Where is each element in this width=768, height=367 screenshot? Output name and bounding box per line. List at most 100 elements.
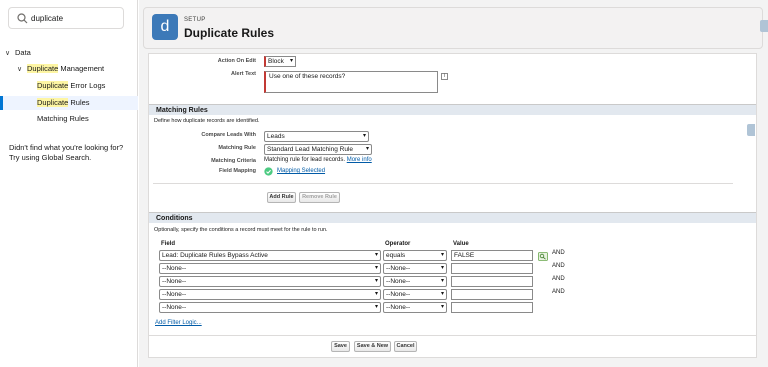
setup-sidebar: ∨ Data ∨ Duplicate Management Duplicate Er… [0,0,138,367]
compare-with-label: Compare Leads With [201,132,256,138]
condition-field-select[interactable]: Lead: Duplicate Rules Bypass Active ▾ [159,250,381,261]
quick-find-input[interactable] [31,10,121,26]
search-help-text: Didn't find what you're looking for? Try… [9,143,135,163]
lookup-icon[interactable] [538,252,548,261]
tree-item-duplicate-management[interactable]: ∨ Duplicate Management [17,62,104,76]
cancel-button[interactable]: Cancel [394,341,417,352]
tree-item-label: Matching Rules [37,114,89,123]
footer-divider [149,335,756,336]
add-filter-logic-link[interactable]: Add Filter Logic... [155,320,202,326]
main-content: d SETUP Duplicate Rules Action On Edit B… [139,0,768,367]
condition-operator-select[interactable]: --None-- ▾ [383,263,447,274]
alert-text-label: Alert Text [231,71,256,77]
tree-item-matching-rules[interactable]: Matching Rules [37,112,89,126]
select-value: --None-- [386,304,411,311]
check-circle-icon [264,167,273,176]
chevron-down-icon: ▾ [440,252,444,258]
save-button[interactable]: Save [331,341,350,352]
select-value: --None-- [162,265,187,272]
criteria-text: Matching rule for lead records. [264,157,346,163]
chevron-down-icon: ▾ [374,291,378,297]
field-column-header: Field [161,241,176,247]
condition-field-select[interactable]: --None-- ▾ [159,263,381,274]
search-icon [17,13,28,24]
tree-item-duplicate-error-logs[interactable]: Duplicate Error Logs [37,79,105,93]
help-line: Try using Global Search. [9,153,92,162]
matching-criteria-value: Matching rule for lead records. More inf… [264,157,372,163]
chevron-down-icon: ▾ [362,133,366,139]
chevron-down-icon: ▾ [374,304,378,310]
more-info-link[interactable]: More info [347,157,372,163]
chevron-down-icon: ▾ [440,304,444,310]
search-highlight: Duplicate [37,98,69,107]
alert-text-input[interactable]: Use one of these records? [264,71,438,93]
help-line: Didn't find what you're looking for? [9,143,124,152]
mapping-selected-link[interactable]: Mapping Selected [277,168,325,174]
add-rule-button[interactable]: Add Rule [267,192,296,203]
matching-rule-label: Matching Rule [218,145,256,151]
chevron-down-icon: ▾ [374,278,378,284]
field-mapping-label: Field Mapping [219,168,256,174]
condition-operator-select[interactable]: --None-- ▾ [383,276,447,287]
action-on-edit-label: Action On Edit [217,58,256,64]
select-value: --None-- [386,291,411,298]
chevron-down-icon: ▾ [289,58,293,64]
condition-field-select[interactable]: --None-- ▾ [159,276,381,287]
page-header: d SETUP Duplicate Rules [143,7,763,49]
condition-and-label: AND [552,289,565,295]
rule-edit-panel: Action On Edit Block ▾ Alert Text Use one… [148,53,757,358]
setup-app-icon: d [152,14,178,40]
condition-and-label: AND [552,250,565,256]
select-value: Block [268,58,284,65]
select-value: --None-- [162,291,187,298]
section-divider [153,183,733,184]
search-highlight: Duplicate [37,81,69,90]
condition-field-select[interactable]: --None-- ▾ [159,289,381,300]
condition-field-select[interactable]: --None-- ▾ [159,302,381,313]
matching-criteria-label: Matching Criteria [211,158,256,164]
chevron-down-icon: ▾ [374,265,378,271]
matching-rules-description: Define how duplicate records are identif… [154,118,260,124]
chevron-down-icon: ∨ [5,50,11,57]
tree-item-label: Rules [68,98,90,107]
tree-item-data[interactable]: ∨ Data [5,46,31,60]
side-panel-toggle[interactable] [760,20,768,32]
condition-operator-select[interactable]: --None-- ▾ [383,302,447,313]
matching-rules-section-header: Matching Rules [149,104,756,115]
select-value: --None-- [386,265,411,272]
condition-value-input[interactable] [451,263,533,274]
condition-value-input[interactable] [451,289,533,300]
chevron-down-icon: ▾ [365,146,369,152]
conditions-description: Optionally, specify the conditions a rec… [154,227,328,233]
select-value: --None-- [386,278,411,285]
condition-operator-select[interactable]: --None-- ▾ [383,289,447,300]
page-title: Duplicate Rules [184,26,275,40]
condition-value-input[interactable]: FALSE [451,250,533,261]
chevron-down-icon: ▾ [440,291,444,297]
condition-value-input[interactable] [451,276,533,287]
chevron-down-icon: ▾ [440,265,444,271]
select-value: --None-- [162,304,187,311]
chevron-down-icon: ∨ [17,66,23,73]
tree-item-duplicate-rules[interactable]: Duplicate Rules [37,96,90,110]
conditions-section-header: Conditions [149,212,756,223]
compare-with-select[interactable]: Leads ▾ [264,131,369,142]
condition-and-label: AND [552,276,565,282]
condition-value-input[interactable] [451,302,533,313]
side-panel-toggle[interactable] [747,124,755,136]
operator-column-header: Operator [385,241,411,247]
select-value: Leads [267,133,285,140]
search-highlight: Duplicate [27,64,59,73]
select-value: equals [386,252,406,259]
setup-label: SETUP [184,17,206,23]
quick-find-box[interactable] [8,7,124,29]
tree-item-label: Management [58,64,105,73]
condition-operator-select[interactable]: equals ▾ [383,250,447,261]
action-on-edit-select[interactable]: Block ▾ [264,56,296,67]
matching-rule-select[interactable]: Standard Lead Matching Rule ▾ [264,144,372,155]
save-and-new-button[interactable]: Save & New [354,341,391,352]
info-icon[interactable]: i [441,73,448,80]
remove-rule-button[interactable]: Remove Rule [299,192,340,203]
value-column-header: Value [453,241,469,247]
select-value: Lead: Duplicate Rules Bypass Active [162,252,268,259]
